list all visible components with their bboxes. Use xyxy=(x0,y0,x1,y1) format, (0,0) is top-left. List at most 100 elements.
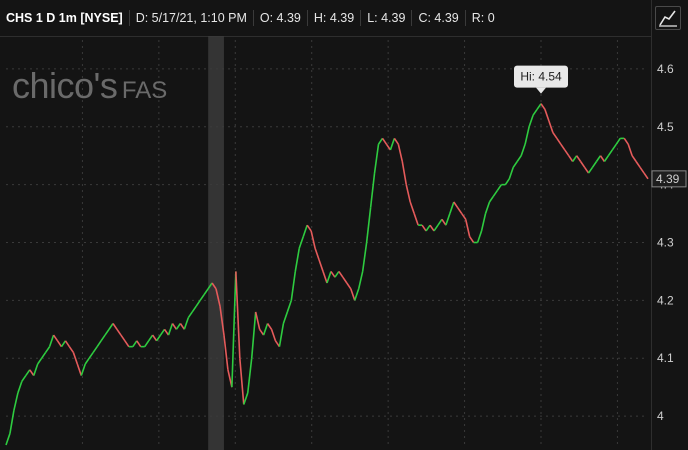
price-segment xyxy=(298,236,304,249)
price-segment xyxy=(611,143,617,151)
price-segment xyxy=(401,161,408,185)
price-segment xyxy=(564,149,570,157)
highlight-band xyxy=(208,36,224,450)
price-segment xyxy=(504,178,510,186)
price-segment xyxy=(322,271,328,284)
price-segment xyxy=(603,155,610,162)
price-segment xyxy=(397,143,404,162)
price-segment xyxy=(112,323,118,330)
price-segment xyxy=(381,137,388,145)
price-chart[interactable]: chico's FAS 44.14.24.34.44.54.64.39 Hi: … xyxy=(0,0,688,450)
price-segment xyxy=(203,288,209,296)
price-segment xyxy=(488,195,495,203)
price-segment xyxy=(476,230,483,243)
price-segment xyxy=(262,323,269,336)
price-segment xyxy=(5,433,11,446)
price-segment xyxy=(68,346,75,353)
y-tick-label: 4.1 xyxy=(657,351,674,365)
price-segment xyxy=(44,346,51,353)
price-segment xyxy=(294,248,301,272)
price-segment xyxy=(100,334,106,342)
price-segment xyxy=(163,328,170,336)
price-segment xyxy=(643,172,649,180)
price-segment xyxy=(480,213,487,232)
price-segment xyxy=(187,311,193,319)
price-segment xyxy=(37,357,43,365)
price-segment xyxy=(306,224,312,232)
price-segment xyxy=(631,155,637,162)
y-tick-label: 4.5 xyxy=(657,120,674,134)
price-segment xyxy=(314,248,320,261)
price-segment xyxy=(64,340,71,348)
price-segment xyxy=(615,137,621,145)
price-segment xyxy=(437,218,443,226)
price-segment xyxy=(338,270,344,278)
price-segment xyxy=(544,109,550,122)
price-segment xyxy=(496,184,503,191)
price-segment xyxy=(540,103,546,110)
price-segment xyxy=(29,369,35,377)
price-segment xyxy=(171,323,178,330)
y-tick-label: 4.6 xyxy=(657,62,674,76)
price-segment xyxy=(56,340,63,348)
price-segment xyxy=(461,213,467,220)
price-segment xyxy=(464,219,471,237)
price-segment xyxy=(250,311,257,359)
price-segment xyxy=(124,340,130,348)
price-segment xyxy=(568,155,574,162)
price-segment xyxy=(405,184,412,203)
price-segment xyxy=(48,334,55,347)
price-segment xyxy=(421,224,427,232)
price-segment xyxy=(13,392,19,411)
price-segment xyxy=(175,323,182,330)
price-segment xyxy=(60,340,67,348)
price-segment xyxy=(290,271,297,301)
price-segment xyxy=(183,317,190,330)
price-segment xyxy=(429,224,435,232)
price-segment xyxy=(595,155,602,162)
price-segment xyxy=(120,334,126,342)
price-segment xyxy=(393,137,399,145)
price-segment xyxy=(576,155,582,162)
price-segment xyxy=(552,132,558,139)
price-segment xyxy=(532,108,538,116)
price-segment xyxy=(144,340,150,348)
price-segment xyxy=(623,137,629,145)
chart-window: CHS 1 D 1m [NYSE] D: 5/17/21, 1:10 PM O:… xyxy=(0,0,688,450)
price-segment xyxy=(148,334,154,342)
price-segment xyxy=(270,329,277,342)
price-segment xyxy=(373,144,380,174)
price-segment xyxy=(520,143,526,156)
price-segment xyxy=(235,271,241,359)
price-segment xyxy=(96,340,102,348)
price-segment xyxy=(453,201,459,209)
high-callout: Hi: 4.54 xyxy=(514,65,568,94)
price-segment xyxy=(282,311,289,324)
price-segment xyxy=(17,381,23,394)
price-segment xyxy=(599,155,606,162)
price-segment xyxy=(357,271,364,289)
price-segment xyxy=(334,270,340,278)
price-segment xyxy=(151,334,158,342)
price-segment xyxy=(9,410,15,434)
price-segment xyxy=(191,305,197,313)
price-segment xyxy=(449,201,455,214)
price-segment xyxy=(528,114,534,128)
price-segment xyxy=(92,346,98,353)
price-segment xyxy=(41,351,47,359)
price-segment xyxy=(108,323,114,330)
price-segment xyxy=(524,126,530,145)
price-segment xyxy=(84,357,90,365)
price-segment xyxy=(560,143,566,151)
price-segment xyxy=(639,166,645,174)
price-segment xyxy=(433,224,439,232)
price-segment xyxy=(484,201,491,214)
price-segment xyxy=(409,201,415,214)
price-segment xyxy=(239,358,245,405)
price-segment xyxy=(377,137,384,145)
svg-text:4.39: 4.39 xyxy=(656,172,680,186)
price-segment xyxy=(389,138,396,151)
price-segment xyxy=(223,334,229,370)
price-segment xyxy=(350,288,356,301)
price-segment xyxy=(361,242,368,272)
